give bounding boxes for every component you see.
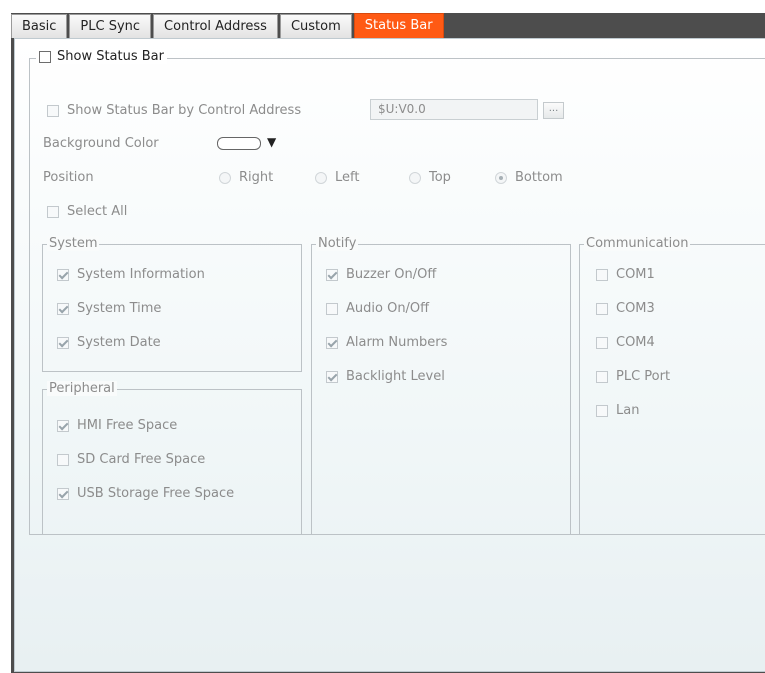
status-bar-panel: Show Status Bar Show Status Bar by Contr… <box>14 38 765 672</box>
sd-card-free-space-label: SD Card Free Space <box>77 452 206 467</box>
dropdown-arrow-icon: ▼ <box>267 135 277 149</box>
hmi-free-space-label: HMI Free Space <box>77 418 178 433</box>
com4-option[interactable]: COM4 <box>596 335 655 350</box>
tab-plc-sync[interactable]: PLC Sync <box>69 14 152 38</box>
show-status-bar-label: Show Status Bar <box>57 49 164 64</box>
usb-storage-free-space-option[interactable]: USB Storage Free Space <box>57 486 234 501</box>
radio-bottom[interactable] <box>495 171 507 184</box>
backlight-level-option[interactable]: Backlight Level <box>326 369 445 384</box>
audio-label: Audio On/Off <box>346 301 430 316</box>
system-information-option[interactable]: System Information <box>57 267 205 282</box>
buzzer-checkbox[interactable] <box>326 268 338 281</box>
show-status-bar-checkbox[interactable] <box>39 50 51 63</box>
system-date-option[interactable]: System Date <box>57 335 161 350</box>
system-group-title: System <box>47 236 100 251</box>
audio-option[interactable]: Audio On/Off <box>326 301 429 316</box>
system-date-label: System Date <box>77 335 161 350</box>
hmi-free-space-checkbox[interactable] <box>57 419 69 432</box>
system-information-label: System Information <box>77 267 205 282</box>
peripheral-group-title: Peripheral <box>47 381 117 396</box>
com4-checkbox[interactable] <box>596 336 608 349</box>
com1-label: COM1 <box>616 267 655 282</box>
notify-group: Notify Buzzer On/Off Audio On/Off Alarm … <box>311 236 571 535</box>
alarm-numbers-checkbox[interactable] <box>326 336 338 349</box>
background-color-label: Background Color <box>43 136 159 151</box>
position-right-label: Right <box>239 170 274 185</box>
system-time-label: System Time <box>77 301 162 316</box>
system-time-checkbox[interactable] <box>57 302 69 315</box>
background-color-row: Background Color <box>43 136 159 151</box>
usb-storage-free-space-label: USB Storage Free Space <box>77 486 235 501</box>
com1-option[interactable]: COM1 <box>596 267 655 282</box>
buzzer-label: Buzzer On/Off <box>346 267 437 282</box>
plc-port-option[interactable]: PLC Port <box>596 369 670 384</box>
lan-label: Lan <box>616 403 640 418</box>
com3-label: COM3 <box>616 301 655 316</box>
lan-checkbox[interactable] <box>596 404 608 417</box>
system-time-option[interactable]: System Time <box>57 301 161 316</box>
usb-storage-free-space-checkbox[interactable] <box>57 487 69 500</box>
show-status-bar-toggle[interactable]: Show Status Bar <box>36 49 167 64</box>
system-date-checkbox[interactable] <box>57 336 69 349</box>
tab-status-bar[interactable]: Status Bar <box>353 13 444 38</box>
backlight-level-checkbox[interactable] <box>326 370 338 383</box>
browse-address-button[interactable]: ... <box>543 102 564 119</box>
position-left-label: Left <box>335 170 360 185</box>
communication-group: Communication COM1 COM3 COM4 PLC Port La… <box>579 236 765 535</box>
select-all-toggle[interactable]: Select All <box>47 204 127 219</box>
color-swatch-preview <box>217 137 261 150</box>
position-label-row: Position <box>43 170 94 185</box>
dialog-frame: Basic PLC Sync Control Address Custom St… <box>11 13 765 673</box>
tab-bar: Basic PLC Sync Control Address Custom St… <box>11 13 765 38</box>
alarm-numbers-option[interactable]: Alarm Numbers <box>326 335 447 350</box>
position-label: Position <box>43 170 94 185</box>
position-top-label: Top <box>429 170 451 185</box>
control-address-field[interactable]: $U:V0.0 <box>370 99 538 120</box>
com3-option[interactable]: COM3 <box>596 301 655 316</box>
buzzer-option[interactable]: Buzzer On/Off <box>326 267 436 282</box>
sd-card-free-space-checkbox[interactable] <box>57 453 69 466</box>
com4-label: COM4 <box>616 335 655 350</box>
system-information-checkbox[interactable] <box>57 268 69 281</box>
peripheral-group: Peripheral HMI Free Space SD Card Free S… <box>42 381 302 535</box>
by-control-address-toggle[interactable]: Show Status Bar by Control Address <box>47 103 301 118</box>
plc-port-checkbox[interactable] <box>596 370 608 383</box>
tab-custom[interactable]: Custom <box>279 14 352 38</box>
alarm-numbers-label: Alarm Numbers <box>346 335 448 350</box>
tab-basic[interactable]: Basic <box>11 14 68 38</box>
by-control-address-label: Show Status Bar by Control Address <box>67 103 302 118</box>
com1-checkbox[interactable] <box>596 268 608 281</box>
background-color-picker[interactable]: ▼ <box>217 134 281 154</box>
position-option-left[interactable]: Left <box>315 170 359 185</box>
radio-top[interactable] <box>409 171 421 184</box>
communication-group-title: Communication <box>584 236 691 251</box>
radio-left[interactable] <box>315 171 327 184</box>
position-option-bottom[interactable]: Bottom <box>495 170 563 185</box>
by-control-address-checkbox[interactable] <box>47 104 59 117</box>
notify-group-title: Notify <box>316 236 359 251</box>
plc-port-label: PLC Port <box>616 369 671 384</box>
radio-right[interactable] <box>219 171 231 184</box>
position-bottom-label: Bottom <box>515 170 563 185</box>
sd-card-free-space-option[interactable]: SD Card Free Space <box>57 452 205 467</box>
system-group: System System Information System Time Sy… <box>42 236 302 372</box>
position-option-top[interactable]: Top <box>409 170 451 185</box>
audio-checkbox[interactable] <box>326 302 338 315</box>
com3-checkbox[interactable] <box>596 302 608 315</box>
lan-option[interactable]: Lan <box>596 403 639 418</box>
select-all-checkbox[interactable] <box>47 205 59 218</box>
select-all-label: Select All <box>67 204 128 219</box>
hmi-free-space-option[interactable]: HMI Free Space <box>57 418 177 433</box>
backlight-level-label: Backlight Level <box>346 369 445 384</box>
tab-control-address[interactable]: Control Address <box>153 14 278 38</box>
position-option-right[interactable]: Right <box>219 170 273 185</box>
